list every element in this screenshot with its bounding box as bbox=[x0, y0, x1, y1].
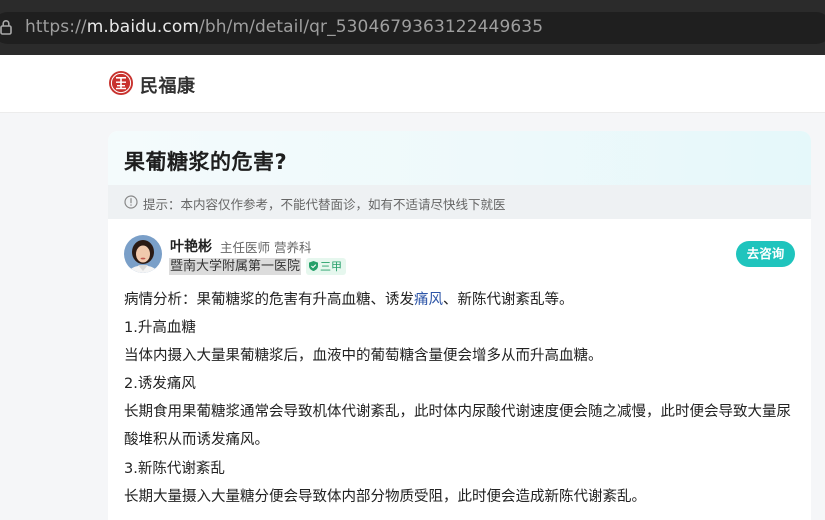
site-header: 民福康 bbox=[0, 55, 825, 113]
url-scheme: https:// bbox=[25, 17, 87, 37]
doctor-title: 主任医师 营养科 bbox=[220, 240, 312, 255]
hospital-grade-badge: 三甲 bbox=[306, 258, 346, 275]
section-heading-2: 2.诱发痛风 bbox=[124, 376, 196, 393]
hospital-name[interactable]: 暨南大学附属第一医院 bbox=[169, 258, 302, 275]
answer-body: 病情分析：果葡糖浆的危害有升高血糖、诱发痛风、新陈代谢紊乱等。 1.升高血糖 当… bbox=[124, 286, 804, 511]
lock-icon[interactable] bbox=[0, 19, 12, 35]
question-card: 果葡糖浆的危害? 提示：本内容仅作参考，不能代替面诊，如有不适请尽快线下就医 叶… bbox=[108, 131, 811, 520]
consult-button[interactable]: 去咨询 bbox=[736, 241, 795, 267]
url-text[interactable]: https://m.baidu.com/bh/m/detail/qr_53046… bbox=[25, 17, 543, 37]
site-name[interactable]: 民福康 bbox=[140, 72, 196, 98]
doctor-portrait-icon bbox=[124, 235, 162, 273]
question-header: 果葡糖浆的危害? 提示：本内容仅作参考，不能代替面诊，如有不适请尽快线下就医 bbox=[108, 131, 811, 219]
question-title: 果葡糖浆的危害? bbox=[124, 150, 288, 174]
browser-address-bar[interactable]: https://m.baidu.com/bh/m/detail/qr_53046… bbox=[0, 0, 825, 55]
url-path: /bh/m/detail/qr_5304679363122449635 bbox=[199, 17, 544, 37]
doctor-avatar[interactable] bbox=[124, 235, 162, 273]
disclaimer-notice: 提示：本内容仅作参考，不能代替面诊，如有不适请尽快线下就医 bbox=[108, 185, 811, 219]
answer-intro: 病情分析：果葡糖浆的危害有升高血糖、诱发痛风、新陈代谢紊乱等。 bbox=[124, 286, 804, 314]
intro-prefix: 病情分析：果葡糖浆的危害有升高血糖、诱发 bbox=[124, 292, 414, 308]
section-text-3: 长期大量摄入大量糖分便会导致体内部分物质受阻，此时便会造成新陈代谢紊乱。 bbox=[124, 488, 646, 505]
red-seal-logo-icon[interactable] bbox=[108, 70, 134, 96]
intro-suffix: 、新陈代谢紊乱等。 bbox=[443, 292, 574, 308]
section-heading-1: 1.升高血糖 bbox=[124, 320, 196, 337]
gout-link[interactable]: 痛风 bbox=[414, 292, 443, 308]
notice-text: 提示：本内容仅作参考，不能代替面诊，如有不适请尽快线下就医 bbox=[143, 197, 506, 212]
grade-text: 三甲 bbox=[320, 260, 342, 273]
section-text-2: 长期食用果葡糖浆通常会导致机体代谢紊乱，此时体内尿酸代谢速度便会随之减慢，此时便… bbox=[124, 404, 791, 449]
section-heading-3: 3.新陈代谢紊乱 bbox=[124, 460, 225, 477]
url-host: m.baidu.com bbox=[86, 17, 200, 37]
shield-check-icon bbox=[309, 261, 318, 271]
doctor-name[interactable]: 叶艳彬 bbox=[170, 236, 212, 256]
section-text-1: 当体内摄入大量果葡糖浆后，血液中的葡萄糖含量便会增多从而升高血糖。 bbox=[124, 348, 603, 365]
info-icon bbox=[124, 195, 138, 209]
